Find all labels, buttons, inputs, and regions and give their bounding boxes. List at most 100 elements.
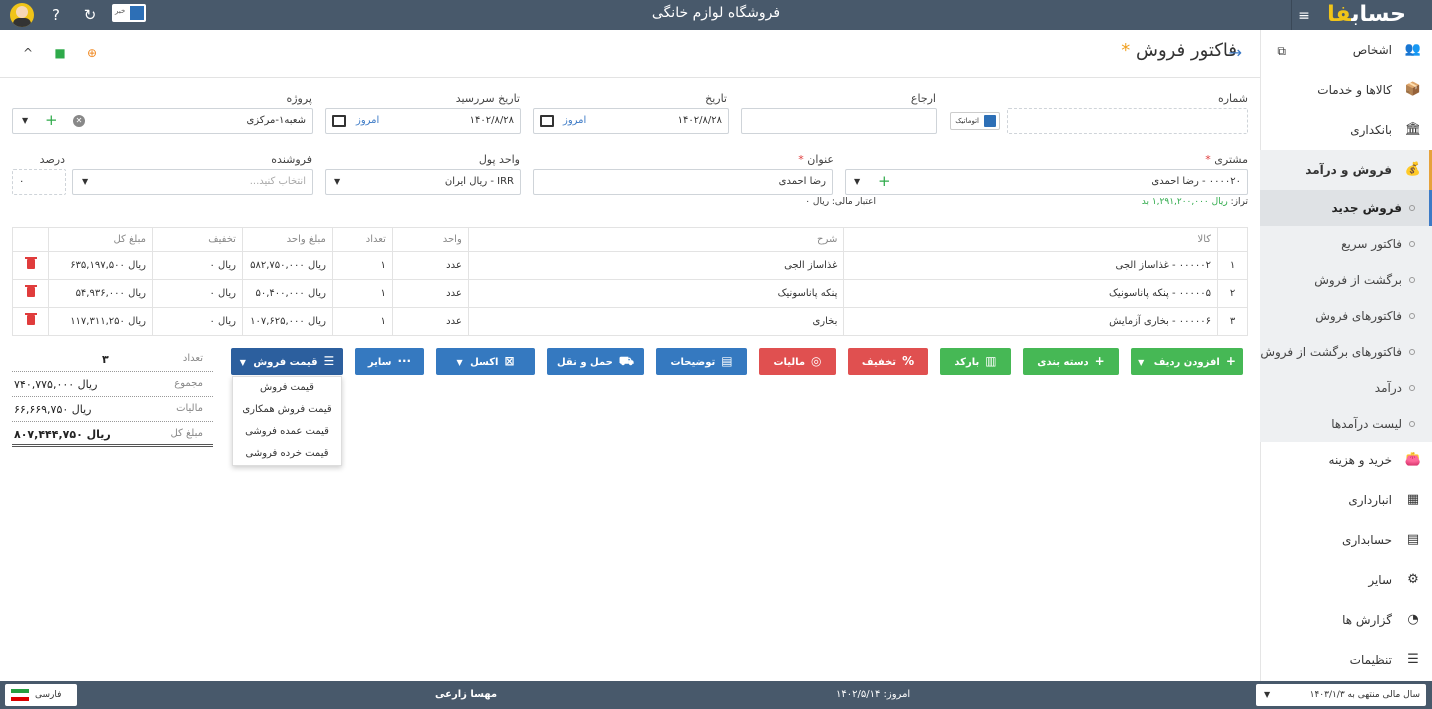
currency-select[interactable]: IRR - ریال ایران — [325, 169, 521, 195]
row-unit-price[interactable]: ریال ۱۰۷,۶۲۵,۰۰۰ — [241, 307, 333, 336]
sidebar-item-settings[interactable]: ☰ تنظیمات — [1260, 640, 1432, 680]
date-today-link[interactable]: امروز — [563, 115, 586, 126]
sidebar-sub-return-invoices[interactable]: فاکتورهای برگشت از فروش — [1260, 334, 1432, 370]
sidebar-sub-new-sale[interactable]: فروش جدید — [1260, 190, 1432, 226]
price-caret-icon[interactable]: ▼ — [240, 358, 246, 367]
subject-field[interactable]: رضا احمدی — [533, 169, 833, 195]
notification-badge[interactable]: خبر — [112, 4, 146, 22]
row-discount[interactable]: ریال ۰ — [152, 279, 243, 308]
sidebar-item-purchase[interactable]: 👛 خرید و هزینه — [1260, 440, 1432, 480]
price-option-retail[interactable]: قیمت خرده فروشی — [233, 443, 341, 465]
menu-icon[interactable]: ≡ — [1294, 6, 1314, 26]
new-doc-icon[interactable]: ⊕ — [84, 46, 100, 60]
table-row[interactable]: ۱ ۰۰۰۰۰۲ - غذاساز الجی غذاساز الجی عدد ۱… — [11, 251, 1248, 280]
excel-button[interactable]: ⊠اکسل ▼ — [436, 348, 535, 375]
sidebar-sub-sales-return[interactable]: برگشت از فروش — [1260, 262, 1432, 298]
table-row[interactable]: ۳ ۰۰۰۰۰۶ - بخاری آزمایش بخاری عدد ۱ ریال… — [11, 307, 1248, 336]
back-arrow-icon[interactable]: → — [1229, 43, 1242, 62]
row-unit[interactable]: عدد — [391, 279, 469, 308]
sidebar-item-banking[interactable]: 🏛 بانکداری — [1260, 110, 1432, 150]
row-quantity[interactable]: ۱ — [331, 279, 393, 308]
row-description[interactable]: بخاری — [467, 307, 845, 336]
other-button[interactable]: ···سایر — [355, 348, 424, 375]
collapse-icon[interactable]: ^ — [20, 46, 36, 60]
price-list-button[interactable]: ☰قیمت فروش ▼ — [231, 348, 343, 375]
row-unit-price[interactable]: ریال ۵۸۲,۷۵۰,۰۰۰ — [241, 251, 333, 280]
sidebar-item-accounting[interactable]: ▤ حسابداری — [1260, 520, 1432, 560]
date-calendar-icon[interactable] — [540, 115, 554, 127]
barcode-button[interactable]: ▥بارکد — [940, 348, 1011, 375]
row-quantity[interactable]: ۱ — [331, 251, 393, 280]
customer-add-icon[interactable]: + — [878, 174, 891, 189]
trash-icon[interactable] — [24, 257, 37, 269]
app-logo[interactable]: حسابفا — [1327, 2, 1406, 27]
trash-icon[interactable] — [24, 313, 37, 325]
sidebar-sub-sales-invoices[interactable]: فاکتورهای فروش — [1260, 298, 1432, 334]
notes-button[interactable]: ▤توضیحات — [656, 348, 747, 375]
excel-caret-icon[interactable]: ▼ — [456, 358, 462, 367]
due-date-field[interactable]: ۱۴۰۲/۸/۲۸ — [325, 108, 521, 134]
sidebar-sub-income[interactable]: درآمد — [1260, 370, 1432, 406]
project-add-icon[interactable]: + — [45, 113, 58, 128]
customer-select[interactable]: ۰۰۰۰۲۰ - رضا احمدی — [845, 169, 1248, 195]
col-unit: واحد — [391, 227, 469, 252]
help-icon[interactable]: ? — [46, 5, 66, 25]
list-icon: ☰ — [323, 354, 335, 368]
category-button[interactable]: +دسته بندی — [1023, 348, 1119, 375]
ref-field[interactable] — [741, 108, 937, 134]
row-product[interactable]: ۰۰۰۰۰۶ - بخاری آزمایش — [843, 307, 1219, 336]
seller-select[interactable]: انتخاب کنید... — [72, 169, 313, 195]
refresh-icon[interactable]: ↻ — [80, 5, 100, 25]
currency-caret-icon[interactable]: ▼ — [334, 177, 340, 186]
row-delete[interactable] — [11, 307, 50, 336]
price-option-partner[interactable]: قیمت فروش همکاری — [233, 399, 341, 421]
project-caret-icon[interactable]: ▼ — [22, 116, 28, 125]
customer-caret-icon[interactable]: ▼ — [854, 177, 860, 186]
row-product[interactable]: ۰۰۰۰۰۲ - غذاساز الجی — [843, 251, 1219, 280]
fiscal-year-select[interactable]: سال مالی منتهی به ۱۴۰۳/۱/۳ ▼ — [1256, 684, 1426, 706]
percent-field[interactable]: ۰ — [12, 169, 66, 195]
sidebar-sub-quick-invoice[interactable]: فاکتور سریع — [1260, 226, 1432, 262]
due-calendar-icon[interactable] — [332, 115, 346, 127]
fiscal-year-caret-icon[interactable]: ▼ — [1264, 684, 1270, 706]
shipping-button[interactable]: ⛟حمل و نقل — [547, 348, 644, 375]
number-field[interactable] — [1007, 108, 1248, 134]
table-row[interactable]: ۲ ۰۰۰۰۰۵ - پنکه پاناسونیک پنکه پاناسونیک… — [11, 279, 1248, 308]
panel-toggle-icon[interactable]: ⧉ — [1277, 44, 1286, 59]
sidebar-item-warehouse[interactable]: ▦ انبارداری — [1260, 480, 1432, 520]
row-description[interactable]: غذاساز الجی — [467, 251, 845, 280]
sidebar-item-other[interactable]: ⚙ سایر — [1260, 560, 1432, 600]
row-quantity[interactable]: ۱ — [331, 307, 393, 336]
robot-icon: ⚙ — [1407, 572, 1419, 587]
row-delete[interactable] — [11, 279, 50, 308]
due-today-link[interactable]: امروز — [356, 115, 379, 126]
sidebar-item-products[interactable]: 📦 کالاها و خدمات — [1260, 70, 1432, 110]
price-option-sale[interactable]: قیمت فروش — [233, 377, 341, 399]
row-description[interactable]: پنکه پاناسونیک — [467, 279, 845, 308]
sidebar-item-sales[interactable]: 💰 فروش و درآمد — [1260, 150, 1432, 190]
save-icon[interactable]: ■ — [52, 46, 68, 60]
row-unit[interactable]: عدد — [391, 251, 469, 280]
row-product[interactable]: ۰۰۰۰۰۵ - پنکه پاناسونیک — [843, 279, 1219, 308]
row-discount[interactable]: ریال ۰ — [152, 251, 243, 280]
row-delete[interactable] — [11, 251, 50, 280]
price-option-wholesale[interactable]: قیمت عمده فروشی — [233, 421, 341, 443]
language-select[interactable]: فارسی — [5, 684, 77, 706]
tax-button[interactable]: ◎مالیات — [759, 348, 836, 375]
project-clear-icon[interactable]: ✕ — [73, 115, 85, 127]
trash-icon[interactable] — [24, 285, 37, 297]
row-number: ۳ — [1217, 307, 1248, 336]
add-row-caret-icon[interactable]: ▼ — [1138, 358, 1144, 367]
topbar-divider — [1291, 0, 1292, 30]
sidebar-sub-income-list[interactable]: لیست درآمدها — [1260, 406, 1432, 442]
row-unit[interactable]: عدد — [391, 307, 469, 336]
row-unit-price[interactable]: ریال ۵۰,۴۰۰,۰۰۰ — [241, 279, 333, 308]
auto-number-checkbox[interactable]: اتوماتیک — [950, 112, 1000, 130]
sidebar-item-reports[interactable]: ◔ گزارش ها — [1260, 600, 1432, 640]
add-row-button[interactable]: +افزودن ردیف ▼ — [1131, 348, 1243, 375]
coin-icon: ◎ — [811, 354, 822, 368]
row-discount[interactable]: ریال ۰ — [152, 307, 243, 336]
seller-caret-icon[interactable]: ▼ — [82, 177, 88, 186]
user-avatar[interactable] — [10, 3, 34, 27]
discount-button[interactable]: %تخفیف — [848, 348, 928, 375]
